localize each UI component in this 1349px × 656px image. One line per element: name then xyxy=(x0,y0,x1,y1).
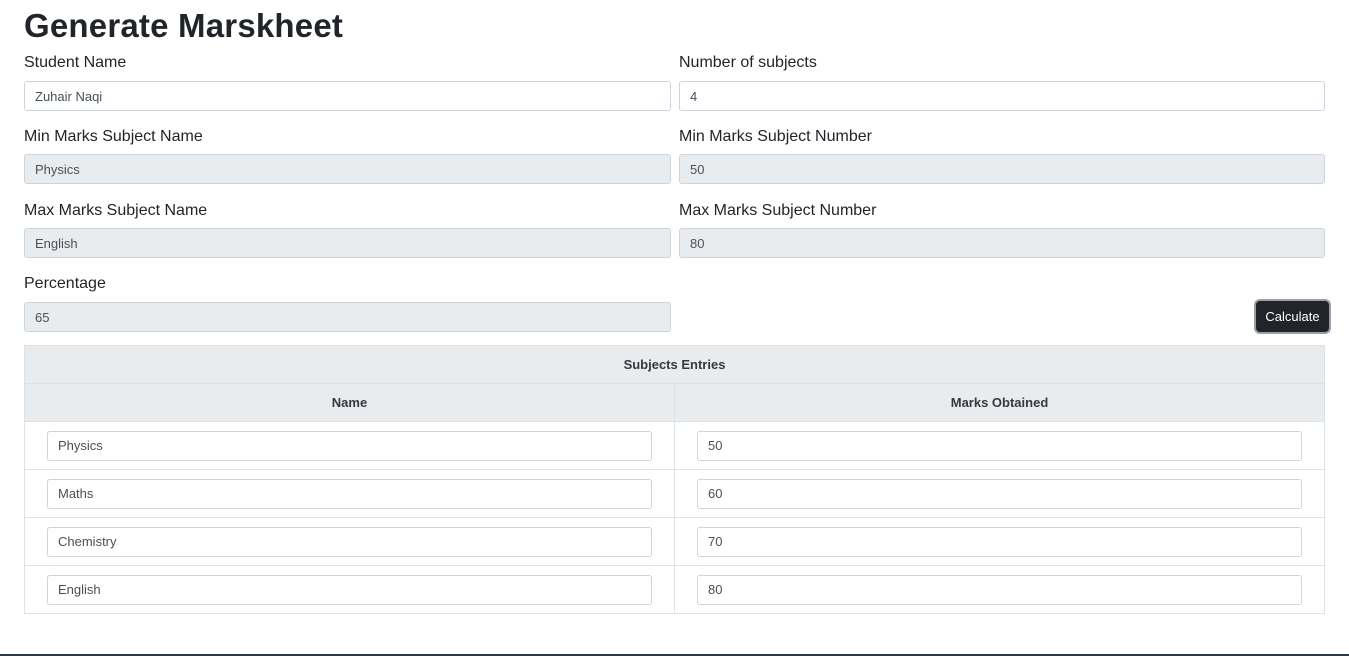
subject-marks-input[interactable] xyxy=(697,526,1302,557)
num-subjects-input[interactable] xyxy=(679,81,1325,111)
subject-marks-input[interactable] xyxy=(697,478,1302,509)
student-name-label: Student Name xyxy=(24,54,127,71)
max-subject-number-field xyxy=(679,228,1325,258)
page-title: Generate Marskheet xyxy=(24,7,344,44)
column-header-marks: Marks Obtained xyxy=(674,383,1325,422)
min-subject-name-label: Min Marks Subject Name xyxy=(24,128,203,145)
subjects-table: Subjects Entries Name Marks Obtained xyxy=(24,345,1325,614)
student-name-input[interactable] xyxy=(24,81,671,111)
table-caption: Subjects Entries xyxy=(24,345,1325,384)
calculate-button[interactable]: Calculate xyxy=(1256,301,1329,332)
max-subject-name-field xyxy=(24,228,671,258)
percentage-field xyxy=(24,302,671,332)
subject-name-input[interactable] xyxy=(47,526,652,557)
num-subjects-label: Number of subjects xyxy=(679,54,817,71)
table-row xyxy=(24,421,1325,470)
min-subject-number-label: Min Marks Subject Number xyxy=(679,128,872,145)
name-cell xyxy=(24,565,675,614)
marks-cell xyxy=(674,565,1325,614)
min-subject-name-field xyxy=(24,154,671,184)
subject-name-input[interactable] xyxy=(47,574,652,605)
name-cell xyxy=(24,517,675,566)
column-header-name: Name xyxy=(24,383,675,422)
percentage-label: Percentage xyxy=(24,275,106,292)
subject-marks-input[interactable] xyxy=(697,430,1302,461)
min-subject-number-field xyxy=(679,154,1325,184)
subject-marks-input[interactable] xyxy=(697,574,1302,605)
max-subject-name-label: Max Marks Subject Name xyxy=(24,202,208,219)
name-cell xyxy=(24,421,675,470)
subject-name-input[interactable] xyxy=(47,430,652,461)
table-row xyxy=(24,517,1325,566)
table-row xyxy=(24,469,1325,518)
max-subject-number-label: Max Marks Subject Number xyxy=(679,202,877,219)
subject-name-input[interactable] xyxy=(47,478,652,509)
marks-cell xyxy=(674,469,1325,518)
marks-cell xyxy=(674,517,1325,566)
marks-cell xyxy=(674,421,1325,470)
name-cell xyxy=(24,469,675,518)
table-row xyxy=(24,565,1325,614)
